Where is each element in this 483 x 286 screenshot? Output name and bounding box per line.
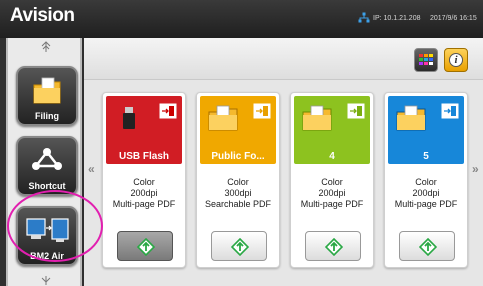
card-header: Public Fo... [200, 96, 276, 164]
color-mode: Color [321, 177, 343, 187]
ip-address: IP: 10.1.21.208 [373, 15, 421, 22]
file-format: Multi-page PDF [300, 199, 364, 209]
shortcut-card-public-folder[interactable]: Public Fo... Color 300dpi Searchable PDF [196, 92, 280, 268]
resolution: 300dpi [224, 188, 252, 198]
scan-to-icon [347, 103, 365, 119]
diamond-arrow-icon [325, 238, 343, 256]
resolution: 200dpi [412, 188, 440, 198]
start-scan-button[interactable] [117, 231, 173, 261]
network-status-icon [358, 12, 370, 23]
toolbar: i [84, 38, 483, 80]
shortcut-card-usb-flash[interactable]: USB Flash Color 200dpi Multi-page PDF [102, 92, 186, 268]
diamond-arrow-icon [231, 238, 249, 256]
diamond-arrow-icon [419, 238, 437, 256]
resolution: 200dpi [318, 188, 346, 198]
color-grid-icon [419, 54, 433, 65]
network-icon [32, 148, 62, 170]
card-header: 5 [388, 96, 464, 164]
brand-logo: Avision [10, 5, 75, 26]
file-format: Searchable PDF [204, 199, 272, 209]
color-grid-button[interactable] [414, 48, 438, 72]
scroll-up-icon[interactable] [41, 41, 51, 53]
file-format: Multi-page PDF [112, 199, 176, 209]
scan-to-icon [253, 103, 271, 119]
sidebar-item-label: Filing [35, 111, 59, 121]
next-page-button[interactable]: » [472, 162, 479, 176]
card-title: 4 [329, 151, 335, 162]
prev-page-button[interactable]: « [88, 162, 95, 176]
card-title: USB Flash [118, 151, 169, 162]
folder-icon [33, 77, 61, 104]
scan-to-icon [441, 103, 459, 119]
scroll-down-icon[interactable] [41, 276, 51, 286]
start-scan-button[interactable] [211, 231, 267, 261]
info-icon: i [449, 53, 463, 67]
top-bar: Avision IP: 10.1.21.208 2017/9/6 16:15 [0, 0, 483, 38]
main-panel: i « » USB Flash Color 200dpi Multi-page … [84, 38, 483, 286]
card-title: 5 [423, 151, 429, 162]
date-time: 2017/9/6 16:15 [430, 15, 477, 22]
folder-icon [208, 105, 238, 131]
card-header: USB Flash [106, 96, 182, 164]
color-mode: Color [227, 177, 249, 187]
sidebar-item-shortcut[interactable]: Shortcut [16, 136, 78, 196]
file-format: Multi-page PDF [394, 199, 458, 209]
sidebar-item-filing[interactable]: Filing [16, 66, 78, 126]
info-button[interactable]: i [444, 48, 468, 72]
highlight-circle [7, 190, 103, 262]
shortcut-card-5[interactable]: 5 Color 200dpi Multi-page PDF [384, 92, 468, 268]
card-title: Public Fo... [211, 151, 265, 162]
start-scan-button[interactable] [399, 231, 455, 261]
scan-to-icon [159, 103, 177, 119]
shortcut-card-4[interactable]: 4 Color 200dpi Multi-page PDF [290, 92, 374, 268]
color-mode: Color [133, 177, 155, 187]
usb-drive-icon [123, 107, 135, 129]
card-header: 4 [294, 96, 370, 164]
start-scan-button[interactable] [305, 231, 361, 261]
resolution: 200dpi [130, 188, 158, 198]
color-mode: Color [415, 177, 437, 187]
folder-icon [396, 105, 426, 131]
folder-icon [302, 105, 332, 131]
diamond-arrow-icon [137, 238, 155, 256]
